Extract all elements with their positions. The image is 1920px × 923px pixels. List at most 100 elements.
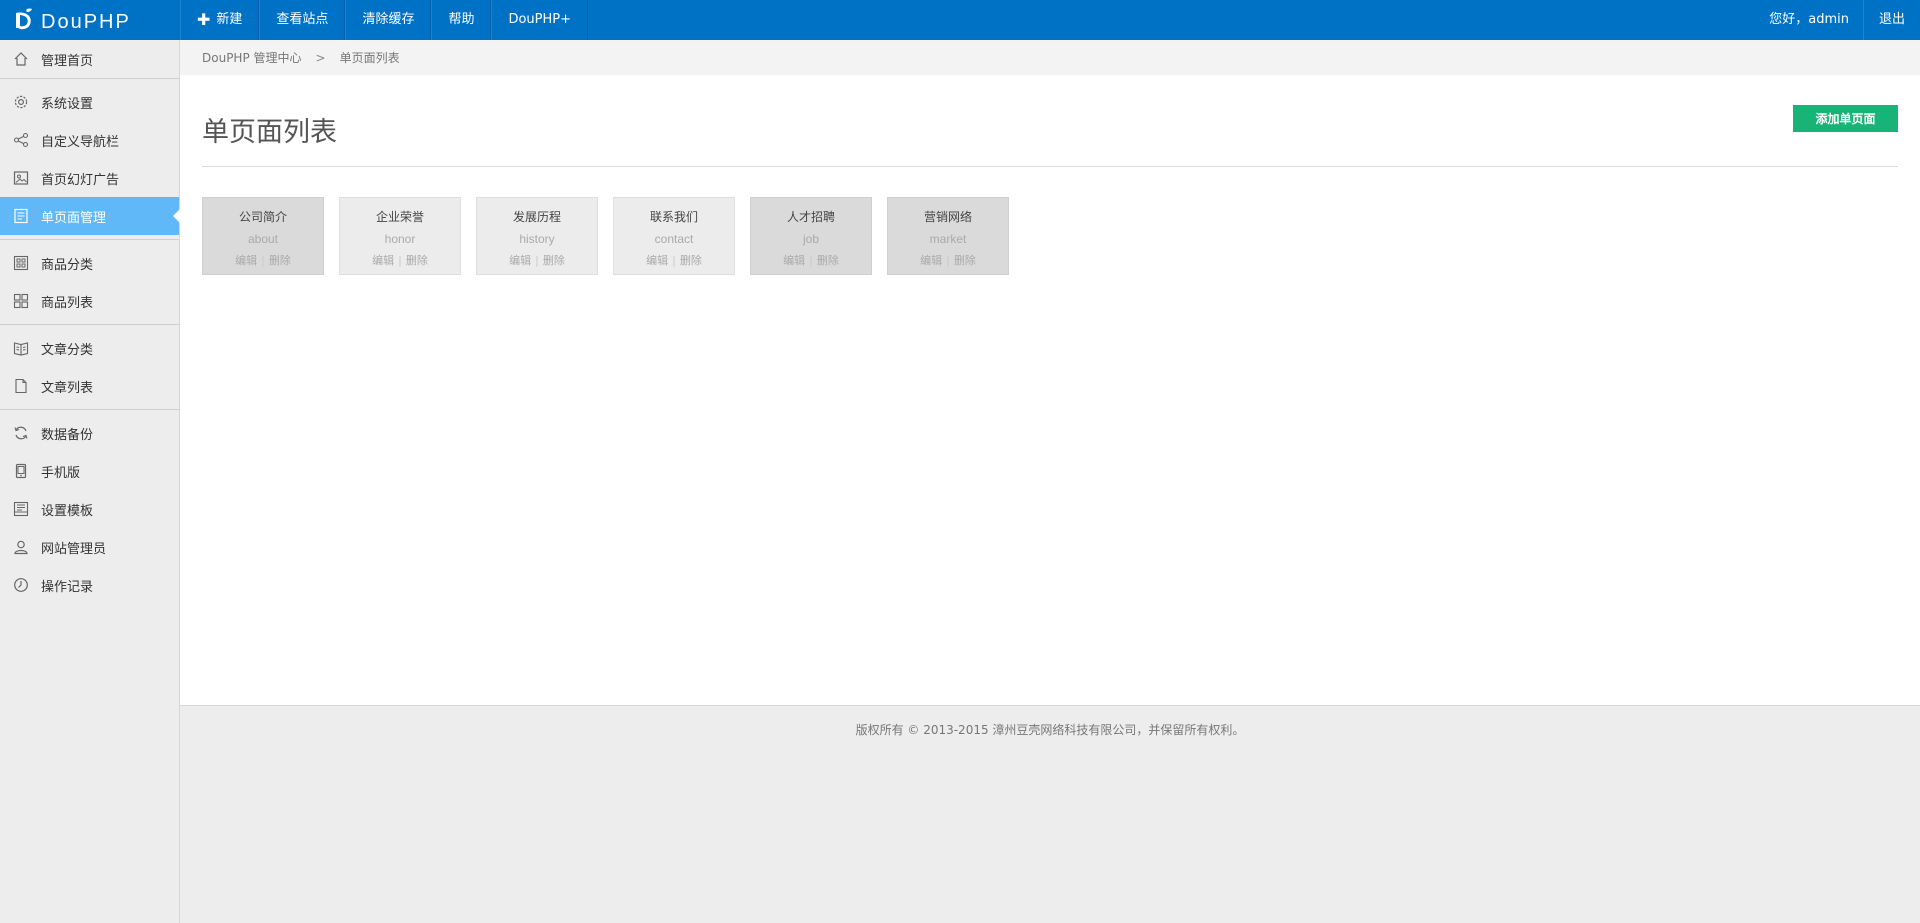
footer-copyright: 版权所有 © 2013-2015 漳州豆壳网络科技有限公司，并保留所有权利。 [855,723,1245,737]
page-card: 发展历程 history 编辑 | 删除 [476,197,598,275]
page-card: 企业荣誉 honor 编辑 | 删除 [339,197,461,275]
sidebar-item-label: 商品列表 [41,295,94,311]
user-greeting[interactable]: 您好，admin [1755,0,1863,40]
sidebar-item-product-category[interactable]: 商品分类 [0,244,179,282]
delete-link[interactable]: 删除 [543,252,565,268]
top-navigation: ✚ 新建 查看站点 清除缓存 帮助 DouPHP+ [180,0,589,40]
menu-group-product: 商品分类 商品列表 [0,240,179,325]
menu-group-home: 管理首页 [0,40,179,79]
nav-help-label: 帮助 [448,12,475,27]
nav-new[interactable]: ✚ 新建 [180,0,260,40]
edit-link[interactable]: 编辑 [920,252,942,268]
page-card: 联系我们 contact 编辑 | 删除 [613,197,735,275]
page-icon [14,208,28,224]
sidebar-item-label: 设置模板 [41,503,94,519]
home-icon [14,52,28,66]
menu-group-tools: 数据备份 手机版 设置模板 网站管理员 操作记录 [0,410,179,608]
sidebar-item-article-category[interactable]: 文章分类 [0,329,179,367]
sidebar-item-navigation[interactable]: 自定义导航栏 [0,121,179,159]
page-card: 营销网络 market 编辑 | 删除 [887,197,1009,275]
page-card-key: honor [384,232,416,246]
refresh-icon [14,426,28,440]
page-card-list: 公司简介 about 编辑 | 删除 企业荣誉 honor 编辑 | 删除 发展… [202,197,1024,275]
nav-douphp-plus-label: DouPHP+ [508,12,572,27]
page-card-key: market [929,232,967,246]
user-icon [14,540,28,555]
breadcrumb: DouPHP 管理中心 > 单页面列表 [180,40,1920,75]
sidebar-item-log[interactable]: 操作记录 [0,566,179,604]
page-card-actions: 编辑 | 删除 [646,252,702,268]
edit-link[interactable]: 编辑 [372,252,394,268]
page-card-name: 营销网络 [923,210,972,224]
sidebar-item-product-list[interactable]: 商品列表 [0,282,179,320]
plus-icon: ✚ [197,10,211,29]
sidebar-item-template[interactable]: 设置模板 [0,490,179,528]
nav-help[interactable]: 帮助 [431,0,492,40]
breadcrumb-separator: > [315,50,326,65]
delete-link[interactable]: 删除 [269,252,291,268]
page-card: 人才招聘 job 编辑 | 删除 [750,197,872,275]
sidebar-item-label: 管理首页 [41,53,94,69]
delete-link[interactable]: 删除 [817,252,839,268]
title-divider [202,166,1898,167]
clock-icon [14,578,28,592]
page-card-actions: 编辑 | 删除 [372,252,428,268]
menu-group-article: 文章分类 文章列表 [0,325,179,410]
sidebar-item-label: 手机版 [41,465,81,481]
sidebar-item-slides[interactable]: 首页幻灯广告 [0,159,179,197]
sidebar-item-admins[interactable]: 网站管理员 [0,528,179,566]
sidebar-item-label: 文章分类 [41,342,94,358]
page-card-key: about [247,232,279,246]
nav-douphp-plus[interactable]: DouPHP+ [491,0,589,40]
sidebar-item-settings[interactable]: 系统设置 [0,83,179,121]
edit-link[interactable]: 编辑 [509,252,531,268]
sidebar-item-backup[interactable]: 数据备份 [0,414,179,452]
logo-icon [16,8,32,30]
page-card-name: 企业荣誉 [375,210,424,224]
page-card-key: job [802,232,819,246]
main-content: DouPHP 管理中心 > 单页面列表 单页面列表 添加单页面 公司简介 abo… [180,40,1920,706]
sidebar-item-article-list[interactable]: 文章列表 [0,367,179,405]
breadcrumb-root[interactable]: DouPHP 管理中心 [202,49,302,66]
action-separator: | [946,253,950,267]
share-icon [13,132,29,148]
sidebar-item-pages[interactable]: 单页面管理 [0,197,180,235]
add-page-button[interactable]: 添加单页面 [1793,105,1898,132]
edit-link[interactable]: 编辑 [783,252,805,268]
action-separator: | [672,253,676,267]
action-separator: | [261,253,265,267]
delete-link[interactable]: 删除 [680,252,702,268]
page-card: 公司简介 about 编辑 | 删除 [202,197,324,275]
nav-new-label: 新建 [216,12,243,27]
edit-link[interactable]: 编辑 [235,252,257,268]
nav-view-site[interactable]: 查看站点 [259,0,346,40]
top-bar: DouPHP ✚ 新建 查看站点 清除缓存 帮助 DouPHP+ 您好，admi… [0,0,1920,40]
logout-link[interactable]: 退出 [1862,0,1920,40]
mobile-icon [15,463,27,479]
sidebar-item-mobile[interactable]: 手机版 [0,452,179,490]
apps-icon [13,293,29,309]
page-card-actions: 编辑 | 删除 [783,252,839,268]
action-separator: | [535,253,539,267]
breadcrumb-current: 单页面列表 [339,51,400,65]
page-card-name: 人才招聘 [786,210,835,224]
page-title: 单页面列表 [202,117,337,148]
sidebar-item-label: 单页面管理 [41,210,107,226]
sidebar-item-label: 网站管理员 [41,541,107,557]
book-icon [13,342,29,356]
logo[interactable]: DouPHP [0,0,180,40]
nav-clear-cache[interactable]: 清除缓存 [345,0,432,40]
edit-link[interactable]: 编辑 [646,252,668,268]
page-card-key: contact [654,232,694,246]
delete-link[interactable]: 删除 [406,252,428,268]
template-icon [13,501,29,517]
sidebar-item-label: 文章列表 [41,380,94,396]
nav-view-site-label: 查看站点 [276,12,329,27]
delete-link[interactable]: 删除 [954,252,976,268]
page-card-name: 联系我们 [649,210,698,224]
page-card-actions: 编辑 | 删除 [920,252,976,268]
sidebar-item-home[interactable]: 管理首页 [0,40,179,78]
page-card-name: 发展历程 [512,210,561,224]
sidebar: 管理首页 系统设置 自定义导航栏 首页幻灯广告 单页面管理 商品分类 商品列表 [0,40,180,923]
top-right: 您好，admin 退出 [1755,0,1920,40]
